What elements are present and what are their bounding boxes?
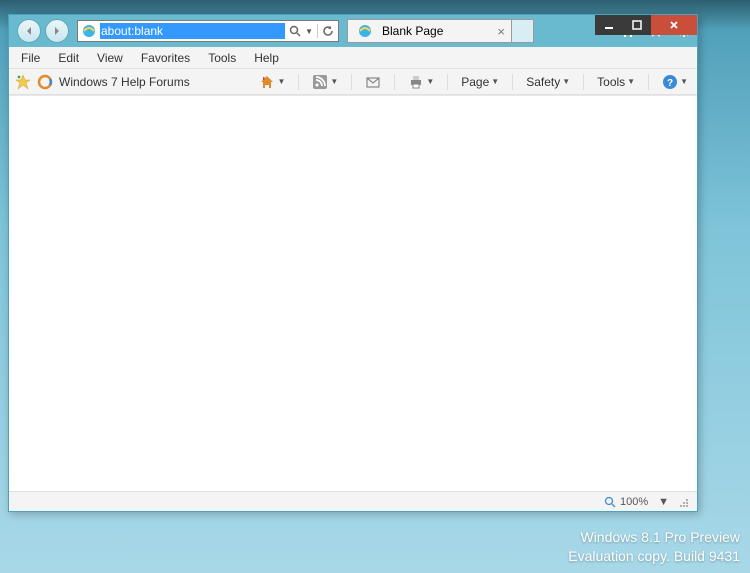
page-content (9, 95, 697, 491)
chevron-down-icon: ▼ (627, 77, 635, 86)
site-favicon-icon (37, 74, 53, 90)
cmd-tools-label: Tools (597, 75, 625, 89)
menu-help[interactable]: Help (246, 49, 287, 67)
chevron-down-icon[interactable]: ▼ (658, 496, 669, 508)
new-tab-button[interactable] (512, 19, 534, 43)
zoom-control[interactable]: 100% ▼ (604, 496, 669, 508)
cmd-tools-menu[interactable]: Tools ▼ (594, 73, 638, 91)
close-button[interactable] (651, 15, 697, 35)
mail-icon (365, 74, 381, 90)
tab-close-button[interactable]: × (497, 25, 505, 38)
svg-text:?: ? (667, 78, 673, 89)
chevron-down-icon: ▼ (562, 77, 570, 86)
chevron-down-icon: ▼ (491, 77, 499, 86)
chevron-down-icon: ▼ (426, 77, 434, 86)
rss-icon (312, 74, 328, 90)
cmd-feeds-button[interactable]: ▼ (309, 72, 341, 92)
cmd-page-menu[interactable]: Page ▼ (458, 73, 502, 91)
url-text[interactable]: about:blank (100, 23, 285, 39)
resize-grip-icon[interactable] (677, 496, 689, 508)
minimize-button[interactable] (595, 15, 623, 35)
menu-tools[interactable]: Tools (200, 49, 244, 67)
cmd-safety-menu[interactable]: Safety ▼ (523, 73, 573, 91)
browser-tab[interactable]: Blank Page × (347, 19, 512, 43)
chevron-down-icon: ▼ (277, 77, 285, 86)
ie-logo-icon (357, 23, 373, 39)
bookmark-link[interactable]: Windows 7 Help Forums (59, 75, 190, 89)
menu-favorites[interactable]: Favorites (133, 49, 198, 67)
watermark-line1: Windows 8.1 Pro Preview (568, 528, 740, 548)
menu-view[interactable]: View (89, 49, 131, 67)
printer-icon (408, 74, 424, 90)
arrow-right-icon (52, 26, 62, 36)
watermark-line2: Evaluation copy. Build 9431 (568, 547, 740, 567)
chevron-down-icon: ▼ (680, 77, 688, 86)
chevron-down-icon: ▼ (330, 77, 338, 86)
cmd-safety-label: Safety (526, 75, 560, 89)
add-favorite-icon[interactable] (15, 74, 31, 90)
cmd-print-button[interactable]: ▼ (405, 72, 437, 92)
search-icon[interactable] (289, 25, 301, 37)
ie-window: about:blank ▼ Blank Page × File Edit V (8, 14, 698, 512)
forward-button[interactable] (45, 19, 69, 43)
home-icon (259, 74, 275, 90)
favorites-bar: Windows 7 Help Forums ▼ ▼ ▼ Pa (9, 69, 697, 95)
cmd-help-button[interactable]: ? ▼ (659, 72, 691, 92)
tab-title: Blank Page (382, 24, 443, 38)
zoom-value: 100% (620, 496, 648, 508)
desktop-watermark: Windows 8.1 Pro Preview Evaluation copy.… (568, 528, 740, 567)
status-bar: 100% ▼ (9, 491, 697, 511)
arrow-left-icon (24, 26, 34, 36)
menu-file[interactable]: File (13, 49, 48, 67)
back-button[interactable] (17, 19, 41, 43)
address-bar[interactable]: about:blank ▼ (77, 20, 339, 42)
window-controls (585, 15, 697, 35)
maximize-button[interactable] (623, 15, 651, 35)
magnifier-icon (604, 496, 616, 508)
cmd-home-button[interactable]: ▼ (256, 72, 288, 92)
refresh-icon[interactable] (322, 25, 334, 37)
help-icon: ? (662, 74, 678, 90)
search-dropdown-icon[interactable]: ▼ (305, 27, 313, 36)
cmd-mail-button[interactable] (362, 72, 384, 92)
cmd-page-label: Page (461, 75, 489, 89)
ie-logo-icon (81, 23, 97, 39)
menu-edit[interactable]: Edit (50, 49, 87, 67)
menu-bar: File Edit View Favorites Tools Help (9, 47, 697, 69)
